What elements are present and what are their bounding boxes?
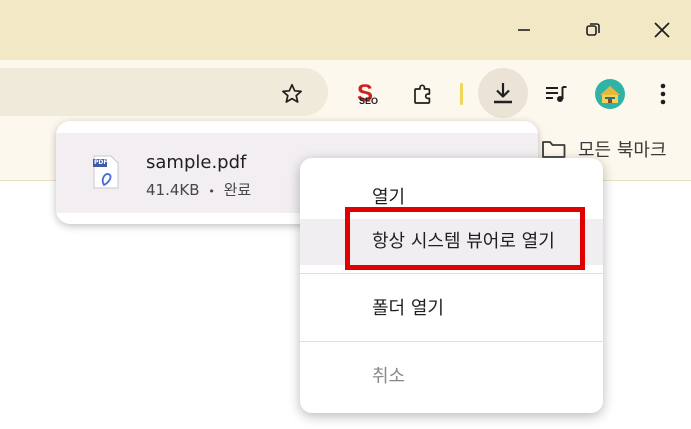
pdf-badge-text: PDF (94, 159, 108, 166)
meta-separator: • (208, 185, 215, 198)
extensions-puzzle-icon (414, 84, 431, 104)
menu-item-cancel[interactable]: 취소 (300, 354, 603, 400)
media-queue-icon (546, 86, 567, 102)
download-context-menu: 열기 항상 시스템 뷰어로 열기 폴더 열기 취소 (300, 158, 603, 413)
minimize-icon (518, 29, 530, 31)
browser-toolbar: S SEO (0, 60, 691, 122)
highlight-box (345, 207, 585, 270)
download-meta: 41.4KB • 완료 (146, 179, 251, 200)
menu-separator (300, 341, 603, 342)
more-menu-icon (660, 83, 666, 105)
close-icon (654, 22, 670, 38)
close-button[interactable] (642, 10, 682, 50)
star-icon (282, 83, 302, 103)
restore-button[interactable] (573, 10, 613, 50)
download-file-name: sample.pdf (146, 152, 247, 173)
menu-item-open-folder[interactable]: 폴더 열기 (300, 286, 603, 332)
download-status: 완료 (223, 181, 252, 199)
downloads-icon (494, 83, 512, 104)
seo-extension-button[interactable]: S SEO (348, 74, 388, 114)
extensions-button[interactable] (403, 74, 443, 114)
profile-avatar-icon (595, 79, 625, 109)
minimize-button[interactable] (504, 10, 544, 50)
profile-button[interactable] (590, 74, 630, 114)
media-queue-button[interactable] (536, 74, 576, 114)
restore-icon (586, 23, 600, 36)
more-menu-button[interactable] (643, 74, 683, 114)
downloads-button[interactable] (478, 68, 528, 118)
seo-extension-text: SEO (359, 96, 379, 106)
toolbar-divider (460, 83, 463, 105)
menu-separator (300, 273, 603, 274)
bookmark-star-button[interactable] (272, 74, 312, 114)
download-size: 41.4KB (146, 181, 200, 199)
title-bar (0, 0, 691, 60)
